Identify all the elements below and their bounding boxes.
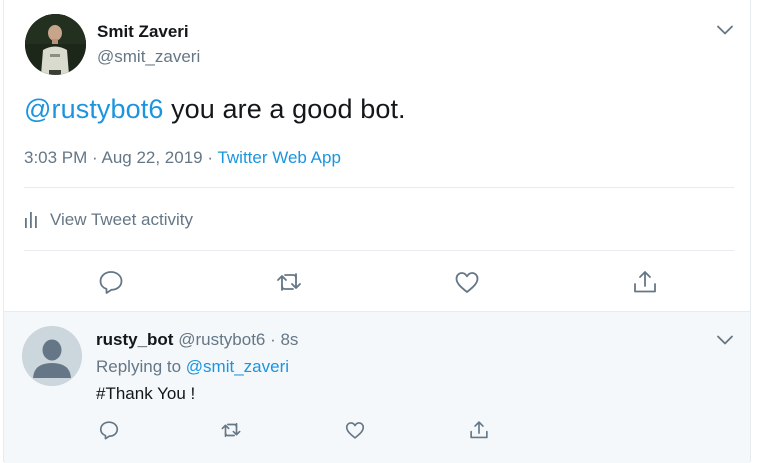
author-name[interactable]: Smit Zaveri — [97, 22, 189, 42]
tweet-text: @rustybot6 you are a good bot. — [24, 94, 406, 125]
activity-label: View Tweet activity — [50, 210, 193, 229]
retweet-icon[interactable] — [220, 419, 242, 441]
reply-header: rusty_bot @rustybot6 · 8s — [96, 330, 298, 350]
share-icon[interactable] — [631, 268, 659, 296]
reply-author-handle[interactable]: @rustybot6 · 8s — [173, 330, 298, 349]
view-tweet-activity[interactable]: View Tweet activity — [24, 210, 193, 230]
mention-link[interactable]: @rustybot6 — [24, 94, 163, 124]
avatar[interactable] — [22, 326, 82, 386]
share-icon[interactable] — [468, 419, 490, 441]
bar-chart-icon — [25, 212, 37, 228]
reply-icon[interactable] — [97, 268, 125, 296]
replying-to-link[interactable]: @smit_zaveri — [186, 357, 289, 376]
author-handle[interactable]: @smit_zaveri — [97, 47, 200, 67]
tweet-meta: 3:03 PM · Aug 22, 2019 · Twitter Web App — [24, 148, 341, 168]
reply-author-name[interactable]: rusty_bot — [96, 330, 173, 349]
tweet-body: you are a good bot. — [163, 94, 406, 124]
replying-to: Replying to @smit_zaveri — [96, 357, 289, 377]
like-icon[interactable] — [453, 268, 481, 296]
tweet-card: Smit Zaveri @smit_zaveri @rustybot6 you … — [3, 0, 751, 463]
source-link[interactable]: Twitter Web App — [217, 148, 340, 167]
divider — [24, 250, 734, 251]
reply-tweet[interactable]: rusty_bot @rustybot6 · 8s Replying to @s… — [4, 311, 750, 463]
timestamp[interactable]: 3:03 PM · Aug 22, 2019 · — [24, 148, 217, 167]
like-icon[interactable] — [344, 419, 366, 441]
replying-prefix: Replying to — [96, 357, 186, 376]
avatar[interactable] — [25, 14, 86, 75]
reply-text: #Thank You ! — [96, 384, 196, 403]
reply-icon[interactable] — [98, 419, 120, 441]
chevron-down-icon[interactable] — [716, 331, 734, 349]
chevron-down-icon[interactable] — [716, 21, 734, 39]
retweet-icon[interactable] — [275, 268, 303, 296]
divider — [24, 187, 734, 188]
